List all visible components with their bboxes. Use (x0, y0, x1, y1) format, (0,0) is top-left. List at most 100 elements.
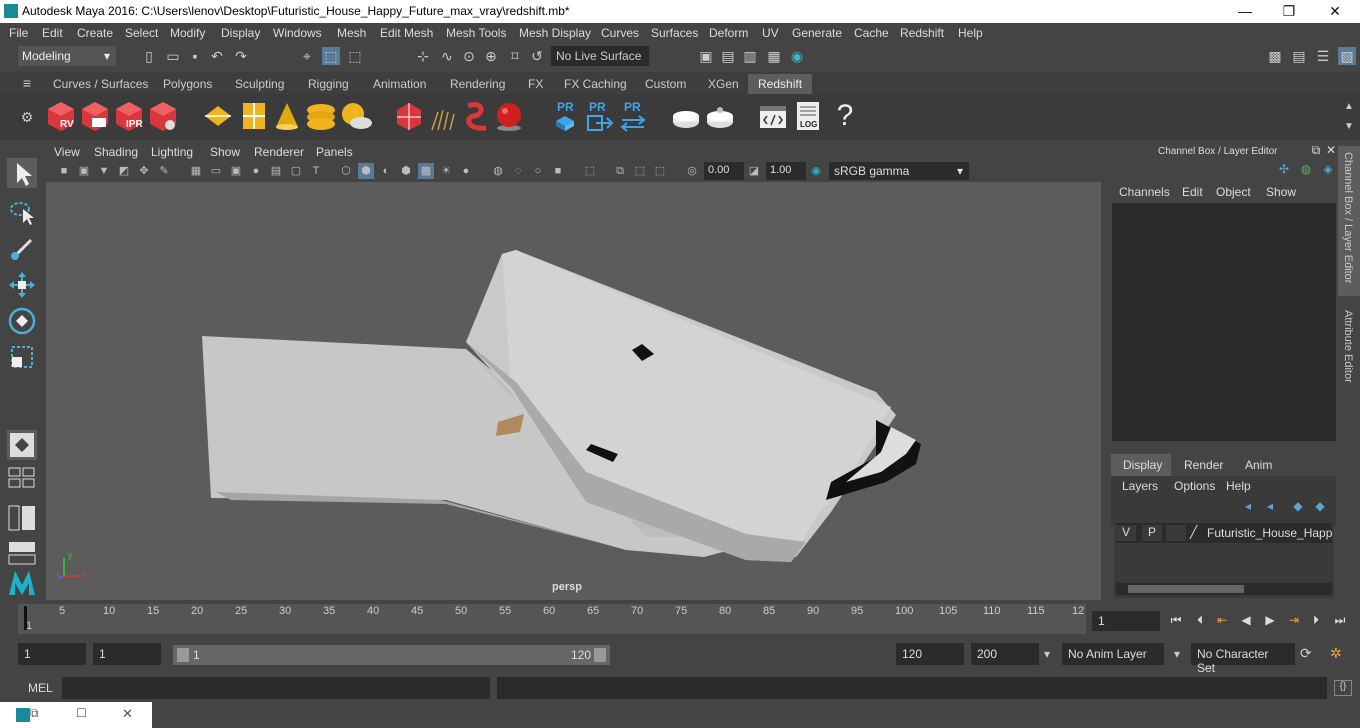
select-component-icon[interactable]: ⬚ (346, 47, 364, 65)
isolate-select-icon[interactable]: ⬚ (582, 163, 598, 179)
menu-edit-mesh[interactable]: Edit Mesh (380, 26, 433, 40)
history-icon[interactable]: ↺ (528, 47, 546, 65)
layout-outliner-icon[interactable] (7, 504, 37, 532)
workspace-icon[interactable]: ▩ (1266, 47, 1284, 65)
side-tab-channel-box[interactable]: Channel Box / Layer Editor (1342, 152, 1354, 283)
menu-modify[interactable]: Modify (170, 26, 205, 40)
channel-box-key-icon[interactable]: ◈ (1320, 162, 1336, 180)
redshift-light-icon[interactable] (203, 100, 233, 132)
select-hierarchy-icon[interactable]: ⌖ (298, 47, 316, 65)
side-tab-attribute-editor[interactable]: Attribute Editor (1342, 310, 1354, 383)
image-plane-icon[interactable]: ◩ (116, 163, 132, 179)
shadows-icon[interactable]: ☀ (438, 163, 454, 179)
step-forward-key-icon[interactable]: ⏵ (1308, 613, 1324, 631)
gamma-field[interactable]: 1.00 (766, 162, 806, 180)
tab-fx[interactable]: FX (528, 77, 543, 91)
move-layer-down-icon[interactable]: ◂ (1262, 499, 1278, 517)
channel-menu-edit[interactable]: Edit (1182, 185, 1203, 199)
xray-active-icon[interactable]: ⬚ (632, 163, 648, 179)
four-view-layout-icon[interactable] (7, 466, 37, 488)
redshift-proxy-icon[interactable] (394, 100, 424, 132)
wireframe-icon[interactable]: ⬡ (338, 163, 354, 179)
tab-animation[interactable]: Animation (373, 77, 426, 91)
render-settings-icon[interactable]: ▦ (765, 47, 783, 65)
single-perspective-view-icon[interactable] (7, 430, 37, 460)
command-language-label[interactable]: MEL (28, 681, 53, 695)
menu-mesh[interactable]: Mesh (337, 26, 366, 40)
redshift-sphere-icon[interactable] (494, 100, 524, 132)
layer-tab-anim[interactable]: Anim (1245, 458, 1272, 472)
tab-fx-caching[interactable]: FX Caching (564, 77, 627, 91)
redshift-spot-light-icon[interactable] (272, 100, 302, 132)
new-layer-selected-icon[interactable]: ◆ (1312, 499, 1328, 517)
redshift-curve-icon[interactable] (462, 100, 492, 132)
maximize-button[interactable]: ❐ (1274, 2, 1304, 20)
snap-surface-icon[interactable]: ⌑ (506, 47, 524, 65)
menu-file[interactable]: File (9, 26, 28, 40)
close-button[interactable]: ✕ (1320, 2, 1350, 20)
play-forward-icon[interactable]: ▶ (1262, 613, 1278, 631)
anim-layer-select[interactable]: No Anim Layer (1062, 643, 1164, 665)
channel-box-toggle-icon[interactable]: ◍ (1298, 162, 1314, 180)
select-tool-icon[interactable] (7, 158, 37, 188)
step-back-key-icon[interactable]: ⏴ (1192, 613, 1208, 631)
open-scene-icon[interactable]: ▭ (164, 47, 182, 65)
bookmark-icon[interactable]: ▼ (96, 163, 112, 179)
tab-rendering[interactable]: Rendering (450, 77, 505, 91)
depth-of-field-icon[interactable]: ○ (530, 163, 546, 179)
render-frame-icon[interactable]: ▤ (719, 47, 737, 65)
time-slider[interactable]: 1 5 10 15 20 25 30 35 40 45 50 55 60 65 … (18, 604, 1086, 634)
tab-curves-surfaces[interactable]: Curves / Surfaces (53, 77, 148, 91)
redshift-dome-light-icon[interactable] (305, 100, 335, 132)
redshift-log-icon[interactable]: LOG (793, 100, 823, 132)
shelf-scroll-up-icon[interactable]: ▲ (1340, 98, 1358, 116)
redshift-batch-icon[interactable] (80, 100, 110, 132)
playback-start-field[interactable]: 1 (93, 643, 161, 665)
exposure-icon[interactable]: ◎ (684, 163, 700, 179)
range-slider[interactable]: 1 120 (173, 645, 610, 665)
shelf-scroll-down-icon[interactable]: ▼ (1340, 118, 1358, 136)
tab-custom[interactable]: Custom (645, 77, 686, 91)
menu-display[interactable]: Display (221, 26, 260, 40)
menu-create[interactable]: Create (77, 26, 113, 40)
channel-menu-show[interactable]: Show (1266, 185, 1296, 199)
layer-scroll-thumb[interactable] (1128, 585, 1244, 593)
redshift-material-icon[interactable] (671, 100, 701, 132)
minimized-window[interactable]: ⧉ ☐ ✕ (0, 702, 152, 728)
tab-redshift[interactable]: Redshift (748, 74, 813, 94)
wireframe-on-shaded-icon[interactable]: ◐ (378, 163, 394, 179)
layer-tab-render[interactable]: Render (1184, 458, 1223, 472)
tab-rigging[interactable]: Rigging (308, 77, 349, 91)
grease-pencil-icon[interactable]: ✎ (156, 163, 172, 179)
layer-row[interactable]: V P ╱ Futuristic_House_Happy_ (1116, 523, 1332, 543)
channel-menu-object[interactable]: Object (1216, 185, 1251, 199)
animation-end-field[interactable]: 200 (971, 643, 1039, 665)
restore-icon[interactable]: ⧉ (30, 706, 39, 721)
rotate-tool-icon[interactable] (7, 306, 37, 336)
layer-color-swatch[interactable]: ╱ (1190, 525, 1204, 541)
film-gate-icon[interactable]: ▭ (208, 163, 224, 179)
chevron-down-icon[interactable]: ▾ (1174, 647, 1180, 661)
layout-graph-icon[interactable] (7, 540, 37, 566)
perspective-viewport[interactable] (46, 182, 1101, 600)
command-input[interactable] (62, 677, 490, 699)
menu-edit[interactable]: Edit (42, 26, 63, 40)
menu-redshift[interactable]: Redshift (900, 26, 944, 40)
anim-preferences-icon[interactable]: ✲ (1330, 645, 1348, 663)
layer-name[interactable]: Futuristic_House_Happy_ (1207, 526, 1332, 540)
layer-menu-options[interactable]: Options (1174, 479, 1215, 493)
redshift-material-2-icon[interactable] (705, 100, 735, 132)
snap-grid-icon[interactable]: ⊹ (414, 47, 432, 65)
minimize-button[interactable]: — (1230, 2, 1260, 20)
redshift-pr-object-icon[interactable]: PR (550, 100, 580, 132)
new-scene-icon[interactable]: ▯ (140, 47, 158, 65)
menu-curves[interactable]: Curves (601, 26, 639, 40)
2d-pan-icon[interactable]: ✥ (136, 163, 152, 179)
redshift-pr-export-icon[interactable]: PR (584, 100, 614, 132)
redshift-ipr-icon[interactable]: IPR (114, 100, 144, 132)
viewport-menu-show[interactable]: Show (210, 145, 240, 159)
tab-sculpting[interactable]: Sculpting (235, 77, 284, 91)
shelf-settings-icon[interactable]: ⚙ (18, 108, 36, 126)
redshift-render-view-icon[interactable]: RV (46, 100, 76, 132)
xray-joints-icon[interactable]: ⧉ (612, 163, 628, 179)
